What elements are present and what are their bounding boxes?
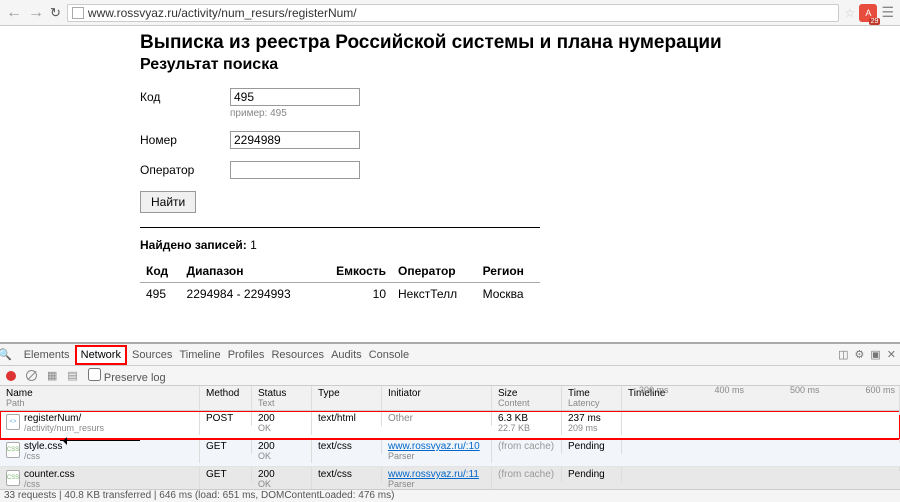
col-code: Код	[140, 260, 181, 283]
address-bar[interactable]: www.rossvyaz.ru/activity/num_resurs/regi…	[67, 4, 839, 22]
devtools-settings-icon[interactable]: ⚙	[855, 348, 865, 361]
file-type-icon: CSS	[6, 442, 20, 458]
file-type-icon: CSS	[6, 470, 20, 486]
col-time: TimeLatency	[562, 386, 622, 410]
preserve-log[interactable]: Preserve log	[88, 368, 166, 384]
col-timeline: Timeline 200 ms300 ms400 ms500 ms600 ms	[622, 386, 900, 410]
network-row[interactable]: CSSstyle.css/cssGET200OKtext/csswww.ross…	[0, 439, 900, 467]
code-hint: пример: 495	[230, 108, 360, 119]
col-type: Type	[312, 386, 382, 410]
page-subtitle: Результат поиска	[140, 56, 900, 74]
back-button[interactable]: ←	[6, 4, 22, 22]
devtools-tab-sources[interactable]: Sources	[130, 349, 174, 361]
table-row: 495 2294984 - 2294993 10 НекстТелл Москв…	[140, 283, 540, 306]
network-grid[interactable]: NamePath Method StatusText Type Initiato…	[0, 386, 900, 489]
view-icon[interactable]: ▤	[67, 369, 77, 382]
form-row-code: Код пример: 495	[140, 88, 900, 119]
devtools-tab-resources[interactable]: Resources	[269, 349, 326, 361]
file-type-icon: <>	[6, 414, 20, 430]
number-label: Номер	[140, 131, 230, 147]
form-row-operator: Оператор	[140, 161, 900, 179]
col-initiator: Initiator	[382, 386, 492, 410]
network-toolbar: ▦ ▤ Preserve log	[0, 366, 900, 386]
drawer-toggle-icon[interactable]: ◫	[838, 348, 848, 361]
network-row[interactable]: <>registerNum//activity/num_resursPOST20…	[0, 411, 900, 439]
browser-toolbar: ← → ↻ www.rossvyaz.ru/activity/num_resur…	[0, 0, 900, 26]
devtools-tab-audits[interactable]: Audits	[329, 349, 364, 361]
submit-button[interactable]: Найти	[140, 191, 196, 213]
timeline-cell	[622, 467, 900, 471]
operator-input[interactable]	[230, 161, 360, 179]
page-content: Выписка из реестра Российской системы и …	[0, 26, 900, 342]
timeline-tick: 300 ms	[639, 386, 669, 396]
table-header-row: Код Диапазон Емкость Оператор Регион	[140, 260, 540, 283]
col-region: Регион	[477, 260, 540, 283]
preserve-log-checkbox[interactable]	[88, 368, 101, 381]
devtools-tab-elements[interactable]: Elements	[22, 349, 72, 361]
devtools-tabs: 🔍 Elements Network Sources Timeline Prof…	[0, 344, 900, 366]
star-icon[interactable]: ☆	[845, 6, 856, 20]
col-method: Method	[200, 386, 252, 410]
code-label: Код	[140, 88, 230, 104]
devtools-tab-timeline[interactable]: Timeline	[177, 349, 222, 361]
col-capacity: Емкость	[319, 260, 392, 283]
timeline-cell	[622, 439, 900, 443]
found-records: Найдено записей: 1	[140, 238, 900, 252]
status-bar: 33 requests | 40.8 KB transferred | 646 …	[0, 489, 900, 502]
col-range: Диапазон	[181, 260, 319, 283]
grid-header: NamePath Method StatusText Type Initiato…	[0, 386, 900, 411]
timeline-tick: 500 ms	[790, 386, 820, 396]
operator-label: Оператор	[140, 161, 230, 177]
menu-icon[interactable]: ☰	[881, 4, 894, 21]
reload-button[interactable]: ↻	[50, 5, 61, 21]
col-name: NamePath	[0, 386, 200, 410]
forward-button: →	[28, 4, 44, 22]
result-table: Код Диапазон Емкость Оператор Регион 495…	[140, 260, 540, 305]
network-row[interactable]: CSScounter.css/cssGET200OKtext/csswww.ro…	[0, 467, 900, 489]
form-row-number: Номер	[140, 131, 900, 149]
col-operator: Оператор	[392, 260, 477, 283]
devtools-tab-console[interactable]: Console	[367, 349, 411, 361]
extensions: ☆ A 29 ☰	[845, 4, 894, 22]
code-input[interactable]	[230, 88, 360, 106]
number-input[interactable]	[230, 131, 360, 149]
clear-button[interactable]	[26, 370, 37, 381]
divider	[140, 227, 540, 228]
dock-icon[interactable]: ▣	[870, 348, 880, 361]
devtools-panel: 🔍 Elements Network Sources Timeline Prof…	[0, 342, 900, 502]
search-icon[interactable]: 🔍	[0, 348, 12, 361]
record-button[interactable]	[6, 371, 16, 381]
timeline-cell	[622, 411, 900, 415]
timeline-tick: 600 ms	[865, 386, 895, 396]
extension-badge: 29	[869, 18, 881, 25]
col-size: SizeContent	[492, 386, 562, 410]
devtools-close-icon[interactable]: ✕	[887, 348, 896, 361]
filter-icon[interactable]: ▦	[47, 369, 57, 382]
extension-icon[interactable]: A 29	[859, 4, 877, 22]
timeline-tick: 400 ms	[714, 386, 744, 396]
page-title: Выписка из реестра Российской системы и …	[140, 32, 900, 54]
col-status: StatusText	[252, 386, 312, 410]
devtools-tab-network[interactable]: Network	[75, 345, 127, 365]
devtools-tab-profiles[interactable]: Profiles	[226, 349, 267, 361]
page-icon	[72, 7, 84, 19]
url-text: www.rossvyaz.ru/activity/num_resurs/regi…	[88, 6, 357, 20]
